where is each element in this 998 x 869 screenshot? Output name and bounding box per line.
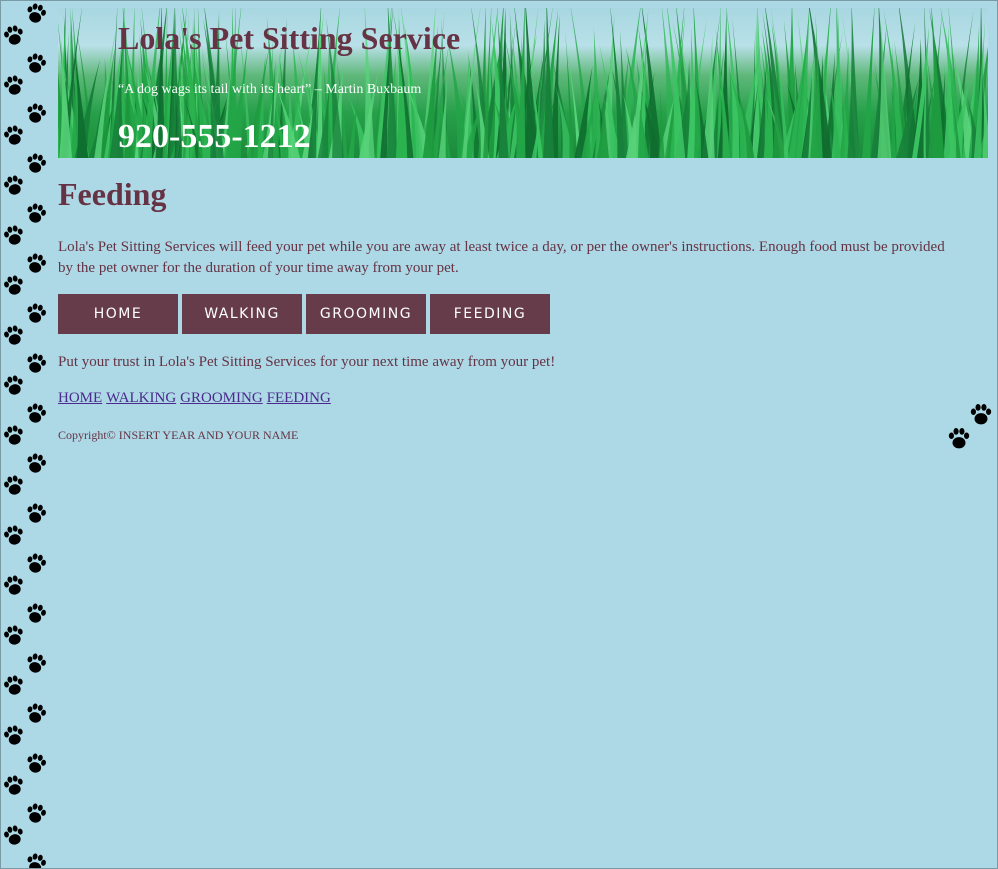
paw-print-icon <box>4 375 23 395</box>
header-banner: Lola's Pet Sitting Service “A dog wags i… <box>58 8 988 158</box>
paw-print-icon <box>27 103 46 123</box>
paw-print-icon <box>4 625 23 645</box>
paw-print-icon <box>27 53 46 73</box>
paw-print-icon <box>27 703 46 723</box>
paw-print-icon <box>27 553 46 573</box>
paw-print-icon <box>4 775 23 795</box>
paw-print-icon <box>4 575 23 595</box>
paw-print-icon <box>27 853 46 869</box>
text-nav: HOME WALKING GROOMING FEEDING <box>58 390 335 407</box>
phone-number: 920-555-1212 <box>118 118 311 155</box>
paw-print-icon <box>4 675 23 695</box>
trust-paragraph: Put your trust in Lola's Pet Sitting Ser… <box>58 354 556 370</box>
text-link-walking[interactable]: WALKING <box>106 390 176 406</box>
paw-print-icon <box>4 325 23 345</box>
intro-paragraph: Lola's Pet Sitting Services will feed yo… <box>58 239 945 276</box>
button-nav: HOME WALKING GROOMING FEEDING <box>58 294 550 334</box>
text-link-grooming[interactable]: GROOMING <box>180 390 263 406</box>
paw-print-icon <box>27 653 46 673</box>
paw-print-icon <box>27 203 46 223</box>
paw-print-icon <box>27 403 46 423</box>
paw-print-icon <box>27 353 46 373</box>
paw-print-icon <box>4 175 23 195</box>
paw-print-icon <box>27 603 46 623</box>
paw-print-icon <box>4 275 23 295</box>
paw-print-icon <box>4 725 23 745</box>
paw-print-icon <box>27 153 46 173</box>
paw-print-icon <box>4 25 23 45</box>
nav-button-feeding[interactable]: FEEDING <box>430 294 550 334</box>
paw-print-icon <box>4 425 23 445</box>
paw-print-icon <box>970 404 992 425</box>
paw-print-icon <box>4 225 23 245</box>
paw-print-icon <box>27 753 46 773</box>
paw-print-icon <box>27 803 46 823</box>
header-quote: “A dog wags its tail with its heart” – M… <box>118 82 422 97</box>
paw-print-icon <box>4 475 23 495</box>
paw-print-icon <box>948 428 970 449</box>
paw-print-icon <box>4 825 23 845</box>
paw-print-icon <box>27 253 46 273</box>
text-link-home[interactable]: HOME <box>58 390 102 406</box>
paw-print-icon <box>4 525 23 545</box>
paw-print-icon <box>4 125 23 145</box>
copyright-notice: Copyright© INSERT YEAR AND YOUR NAME <box>58 428 299 442</box>
nav-button-grooming[interactable]: GROOMING <box>306 294 426 334</box>
paw-print-icon <box>27 453 46 473</box>
nav-button-walking[interactable]: WALKING <box>182 294 302 334</box>
page-title: Feeding <box>58 176 167 212</box>
paw-print-icon <box>4 75 23 95</box>
paw-print-icon <box>27 3 46 23</box>
paw-print-icon <box>27 303 46 323</box>
paw-print-icon <box>27 503 46 523</box>
nav-button-home[interactable]: HOME <box>58 294 178 334</box>
text-link-feeding[interactable]: FEEDING <box>267 390 331 406</box>
site-title: Lola's Pet Sitting Service <box>118 20 461 56</box>
paw-print-border <box>0 0 54 869</box>
